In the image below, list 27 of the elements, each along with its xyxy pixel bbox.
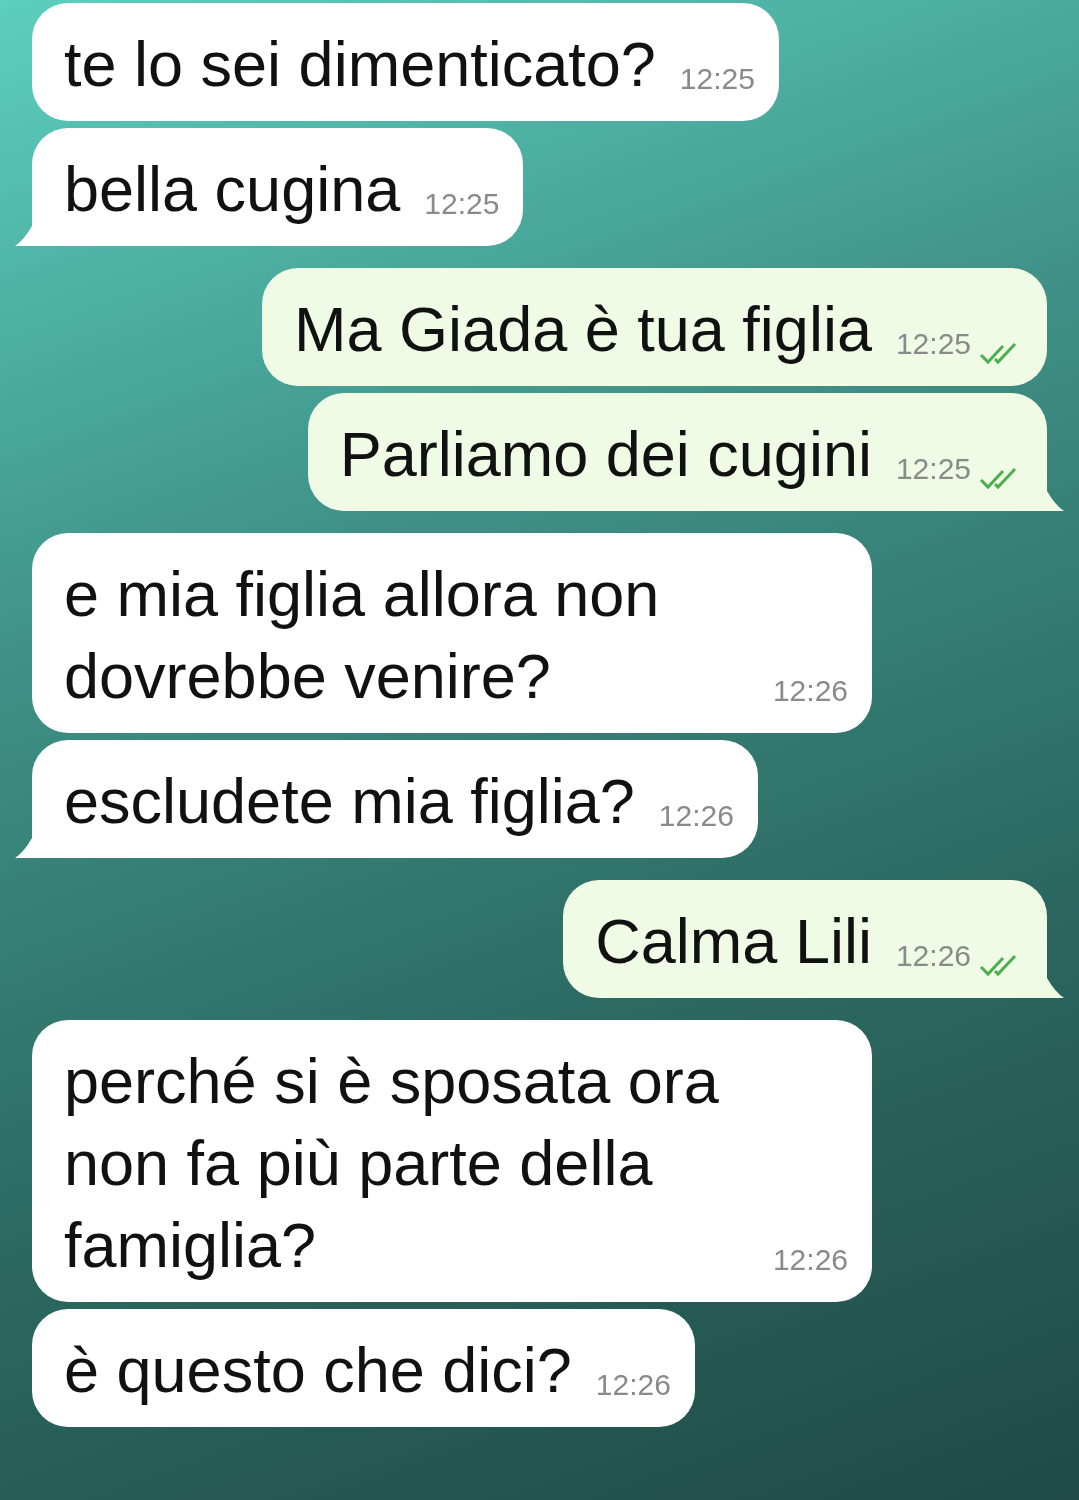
message-text: è questo che dici? <box>64 1334 573 1407</box>
incoming-message-bubble[interactable]: te lo sei dimenticato? 12:25 <box>32 3 779 121</box>
outgoing-message-bubble[interactable]: Ma Giada è tua figlia 12:25 <box>262 268 1047 386</box>
message-text: Parliamo dei cugini <box>339 418 873 491</box>
message-time: 12:25 <box>424 186 500 222</box>
message-text: te lo sei dimenticato? <box>64 28 657 101</box>
message-time: 12:26 <box>895 938 971 974</box>
message-text: Calma Lili <box>595 905 873 978</box>
outgoing-message-bubble[interactable]: Parliamo dei cugini 12:25 <box>307 393 1047 511</box>
incoming-message-bubble[interactable]: bella cugina 12:25 <box>32 128 524 246</box>
message-time: 12:25 <box>895 451 971 487</box>
incoming-message-bubble[interactable]: escludete mia figlia? 12:26 <box>32 740 758 858</box>
incoming-message-bubble[interactable]: e mia figlia allora non dovrebbe venire? 12:26 <box>32 533 872 733</box>
message-text: bella cugina <box>64 153 402 226</box>
message-time: 12:26 <box>595 1367 671 1403</box>
message-text: perché si è sposata ora non fa più parte della famiglia? <box>64 1045 720 1282</box>
message-text: Ma Giada è tua figlia <box>294 293 873 366</box>
message-time: 12:26 <box>772 1242 848 1278</box>
message-text: escludete mia figlia? <box>64 765 636 838</box>
message-time: 12:26 <box>658 798 734 834</box>
message-time: 12:25 <box>679 61 755 97</box>
message-time: 12:25 <box>895 326 971 362</box>
incoming-message-bubble[interactable]: è questo che dici? 12:26 <box>32 1309 695 1427</box>
message-text: e mia figlia allora non dovrebbe venire? <box>64 558 661 713</box>
outgoing-message-bubble[interactable]: Calma Lili 12:26 <box>563 880 1047 998</box>
message-time: 12:26 <box>772 673 848 709</box>
incoming-message-bubble[interactable]: perché si è sposata ora non fa più parte della famiglia? 12:26 <box>32 1020 872 1302</box>
